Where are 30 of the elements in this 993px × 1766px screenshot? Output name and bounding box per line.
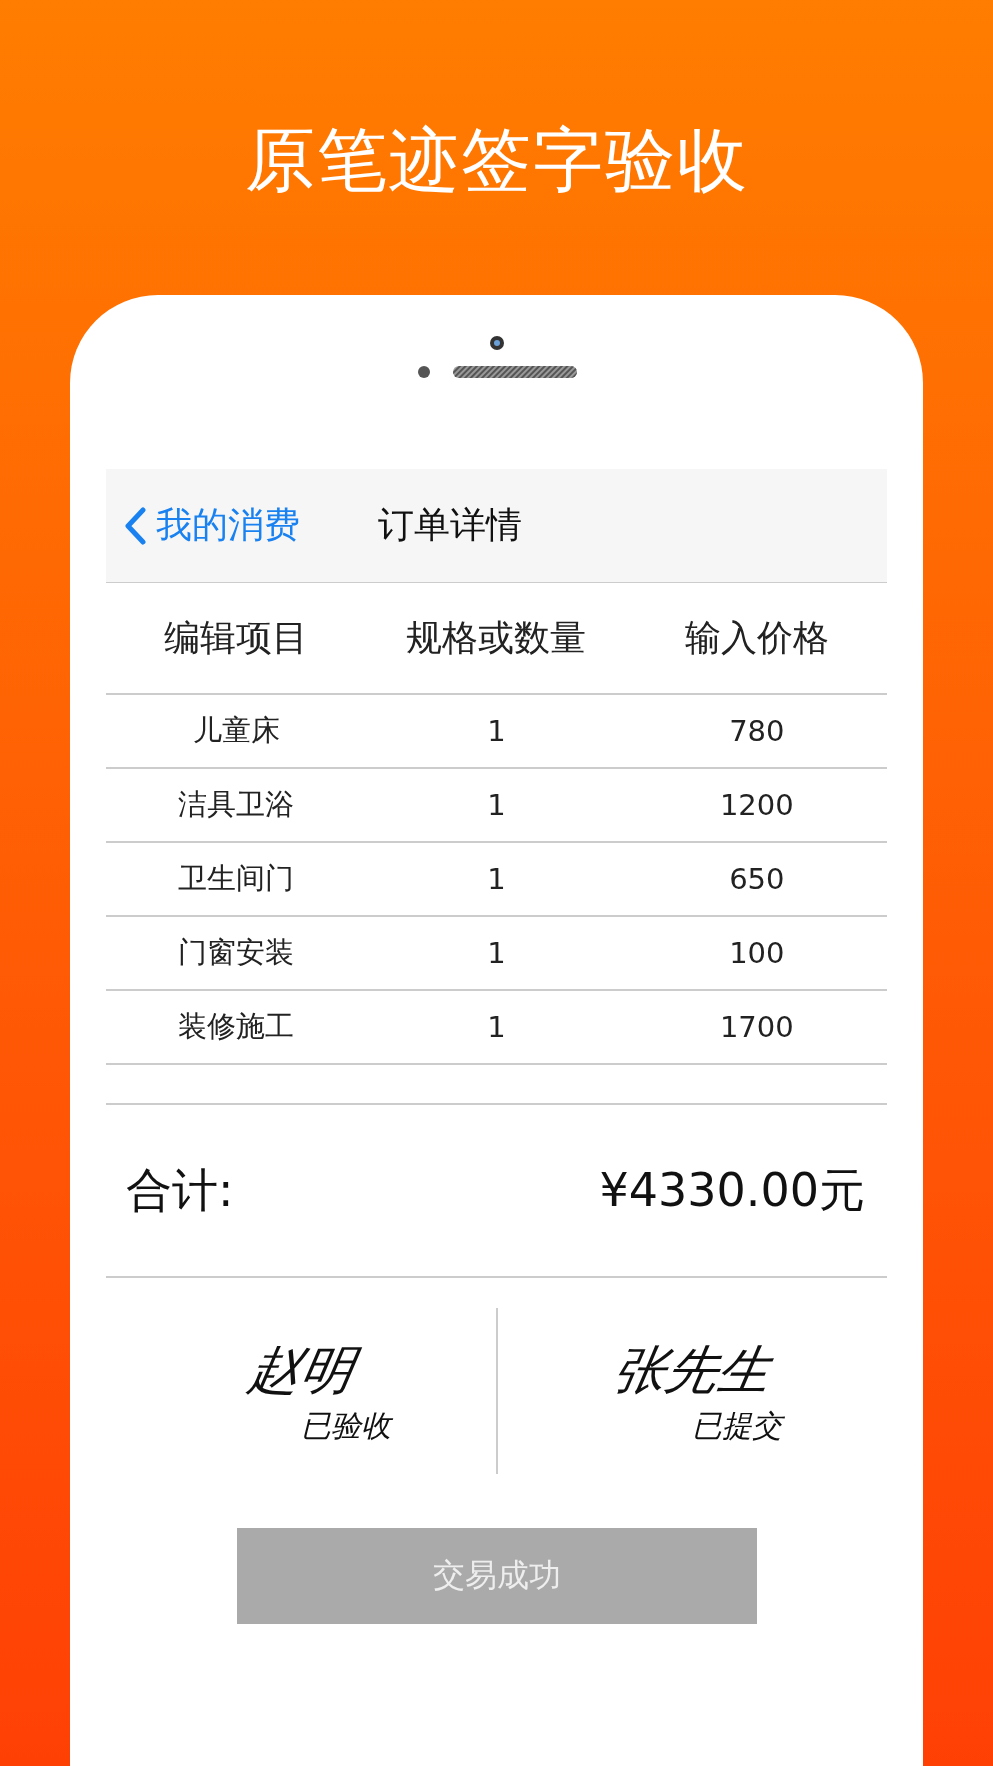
headline: 原笔迹签字验收 <box>244 118 749 202</box>
table-cell-text: 卫生间门 <box>178 860 295 897</box>
column-header: 编辑项目 <box>164 615 309 660</box>
table-cell: 1200 <box>719 788 794 822</box>
table-cell: 1 <box>487 1010 506 1044</box>
table-cell-text: 装修施工 <box>178 1008 295 1045</box>
table-cell: 1 <box>487 788 506 822</box>
column-header: 输入价格 <box>684 615 829 660</box>
signature-status: 已验收 <box>300 1406 391 1445</box>
camera-icon <box>488 335 505 351</box>
table-cell: 1 <box>487 862 506 896</box>
table-cell: 650 <box>729 862 785 896</box>
chevron-left-icon <box>124 506 146 545</box>
table-cell-text: 洁具卫浴 <box>178 786 295 823</box>
table-cell: 780 <box>729 714 785 748</box>
table-cell: 1700 <box>719 1010 794 1044</box>
table-cell: 1 <box>487 714 506 748</box>
table-cell: 1 <box>487 936 506 970</box>
total-label: 合计: <box>126 1161 234 1219</box>
table-cell: 100 <box>729 936 785 970</box>
signature-status: 已提交 <box>692 1406 783 1445</box>
table-cell-text: 门窗安装 <box>178 934 295 971</box>
back-button[interactable]: 我的消费 <box>124 501 300 550</box>
column-header: 规格或数量 <box>406 615 587 660</box>
sensor-icon <box>416 365 431 379</box>
signature: 张先生 <box>608 1338 777 1402</box>
table-cell-text: 儿童床 <box>192 712 280 749</box>
page-title: 订单详情 <box>378 503 522 547</box>
total-amount: ¥4330.00元 <box>599 1161 865 1219</box>
speaker-icon <box>452 366 577 378</box>
